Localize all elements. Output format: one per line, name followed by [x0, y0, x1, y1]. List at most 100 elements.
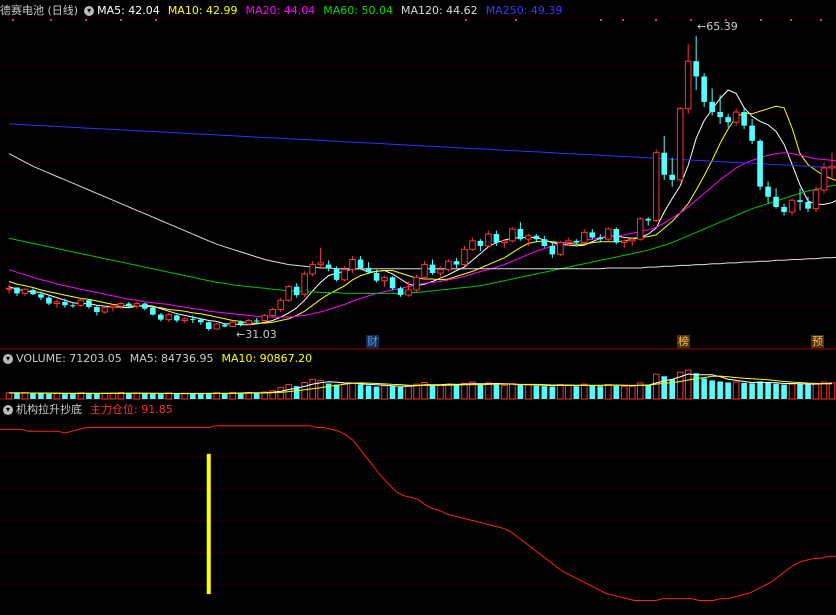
volume-bar-up	[620, 386, 628, 400]
main-panel-header: 德赛电池 (日线) ▾ MA5: 42.04 MA10: 42.99 MA20:…	[0, 3, 570, 19]
stock-title[interactable]: 德赛电池 (日线)	[0, 3, 78, 19]
volume-bar-up	[820, 381, 828, 400]
volume-bar-down	[533, 385, 540, 399]
marker-forecast[interactable]: 预	[811, 335, 824, 348]
ma20-line	[8, 152, 836, 318]
candle-body-down	[221, 324, 228, 327]
signal-dot	[820, 19, 822, 21]
volume-ma5-label: MA5: 84736.95	[129, 352, 214, 365]
volume-settings-icon[interactable]: ▾	[3, 354, 13, 364]
ma250-label: MA250: 49.39	[485, 4, 563, 17]
marker-list[interactable]: 榜	[677, 335, 690, 348]
volume-ma10-line	[9, 375, 833, 394]
candle-body-up	[557, 242, 564, 255]
settings-circle-icon[interactable]: ▾	[84, 6, 95, 16]
candle-body-up	[133, 303, 141, 307]
ma5-label: MA5: 42.04	[97, 4, 160, 17]
candle-body-up	[445, 260, 452, 271]
volume-bar-down	[397, 387, 404, 399]
candle-body-down	[453, 261, 460, 265]
candle-body-down	[189, 318, 196, 320]
ma20-label: MA20: 44.04	[245, 4, 316, 17]
high-price-label: ←65.39	[697, 20, 738, 33]
candle-body-down	[693, 61, 699, 77]
candle-body-up	[245, 320, 253, 325]
candle-body-down	[150, 307, 156, 315]
candle-body-up	[21, 288, 29, 294]
candle-body-up	[812, 189, 820, 210]
candle-body-down	[253, 320, 260, 322]
candle-body-down	[589, 232, 596, 238]
candle-body-down	[94, 306, 100, 313]
volume-bar-down	[549, 386, 556, 399]
volume-label: VOLUME: 71203.05	[16, 352, 122, 365]
candle-body-up	[405, 289, 412, 296]
indicator-name[interactable]: 机构拉升抄底	[16, 402, 82, 418]
volume-bar-up	[604, 384, 612, 400]
volume-bar-down	[373, 386, 380, 399]
candle-body-up	[788, 199, 796, 213]
marker-finance[interactable]: 财	[366, 335, 379, 348]
candle-body-down	[70, 305, 76, 307]
volume-bar-up	[405, 384, 412, 400]
ma120-label: MA120: 44.62	[400, 4, 478, 17]
volume-bar-up	[525, 384, 532, 400]
candle-body-up	[501, 240, 508, 244]
indicator-settings-icon[interactable]: ▾	[3, 405, 13, 415]
volume-bar-up	[349, 382, 356, 400]
volume-bar-down	[205, 393, 212, 399]
volume-bar-down	[661, 376, 668, 399]
volume-bar-up	[788, 383, 796, 400]
volume-bar-up	[509, 383, 516, 400]
candle-body-up	[309, 264, 316, 275]
candle-body-down	[533, 235, 540, 240]
candle-body-up	[684, 60, 692, 110]
candle-body-down	[477, 240, 484, 246]
signal-dot	[12, 19, 14, 21]
volume-bar-up	[101, 392, 109, 400]
candle-body-up	[269, 308, 276, 316]
candle-body-down	[397, 288, 404, 296]
candle-body-up	[676, 108, 684, 181]
volume-bar-down	[221, 393, 228, 399]
volume-bar-down	[253, 392, 260, 399]
volume-bar-up	[277, 387, 284, 400]
candle-body-up	[652, 152, 660, 222]
low-arrow-icon: ←	[236, 328, 246, 341]
candle-body-down	[62, 301, 68, 306]
candle-body-down	[142, 303, 148, 309]
volume-bar-down	[14, 393, 20, 399]
signal-dot	[155, 19, 157, 21]
candle-body-up	[53, 301, 61, 305]
volume-bar-up	[341, 383, 348, 400]
volume-bar-down	[725, 382, 731, 399]
volume-bar-down	[86, 393, 92, 399]
candle-body-down	[126, 303, 132, 307]
candle-body-up	[349, 259, 356, 271]
low-price-value: 31.03	[245, 328, 277, 341]
high-price-value: 65.39	[706, 20, 738, 33]
candle-body-down	[86, 300, 92, 307]
candle-body-down	[549, 245, 556, 255]
volume-bar-up	[501, 384, 508, 400]
candle-body-up	[565, 240, 572, 244]
volume-bar-down	[765, 382, 771, 399]
candle-body-down	[237, 322, 244, 325]
candle-body-up	[117, 303, 125, 307]
volume-bar-down	[197, 393, 204, 399]
volume-bar-down	[477, 384, 484, 399]
volume-bar-up	[5, 392, 13, 400]
volume-bar-down	[453, 384, 460, 399]
volume-bar-up	[828, 382, 836, 400]
signal-dot	[50, 19, 52, 21]
candle-body-down	[541, 239, 548, 246]
candle-body-down	[517, 228, 524, 240]
volume-bar-down	[158, 394, 164, 399]
candle-body-up	[229, 321, 237, 327]
candle-body-up	[437, 269, 444, 274]
volume-bar-up	[565, 384, 572, 400]
candle-body-down	[14, 287, 20, 294]
candle-body-down	[797, 200, 803, 202]
volume-bar-up	[53, 392, 61, 400]
volume-bar-down	[333, 384, 340, 399]
